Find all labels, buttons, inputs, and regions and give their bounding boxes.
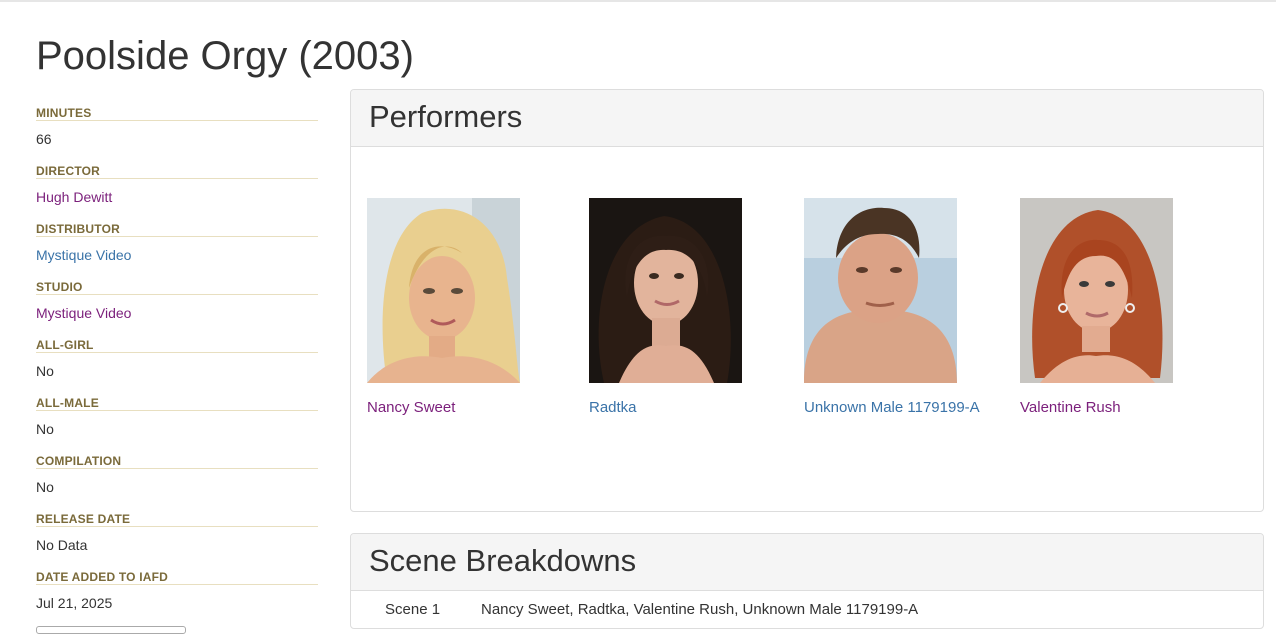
- movie-info-sidebar: MINUTES 66 DIRECTOR Hugh Dewitt DISTRIBU…: [36, 100, 318, 622]
- date-added-value: Jul 21, 2025: [36, 595, 113, 611]
- performers-panel: Performers Nancy Sweet Radtka Unknown Ma…: [350, 89, 1264, 512]
- performer-photo[interactable]: [804, 198, 957, 383]
- scene-label: Scene 1: [385, 601, 441, 618]
- scene-row: Scene 1 Nancy Sweet, Radtka, Valentine Ru…: [351, 591, 1263, 628]
- all-male-value: No: [36, 421, 54, 437]
- performer-card[interactable]: Unknown Male 1179199-A: [804, 198, 1004, 416]
- scene-cast: Nancy Sweet, Radtka, Valentine Rush, Unk…: [481, 601, 919, 618]
- compilation-value: No: [36, 479, 54, 495]
- distributor-link[interactable]: Mystique Video: [36, 237, 318, 274]
- studio-link[interactable]: Mystique Video: [36, 295, 318, 332]
- scene-breakdowns-heading: Scene Breakdowns: [351, 534, 1263, 591]
- release-date-value: No Data: [36, 537, 88, 553]
- scene-breakdowns-panel: Scene Breakdowns Scene 1 Nancy Sweet, Rad…: [350, 533, 1264, 629]
- top-border: [0, 0, 1276, 2]
- minutes-label: MINUTES: [36, 100, 318, 121]
- distributor-label: DISTRIBUTOR: [36, 216, 318, 237]
- performers-grid: Nancy Sweet Radtka Unknown Male 1179199-…: [351, 147, 1263, 507]
- performer-name-link[interactable]: Valentine Rush: [1020, 399, 1220, 416]
- performers-heading: Performers: [351, 90, 1263, 147]
- all-girl-value: No: [36, 363, 54, 379]
- all-male-label: ALL-MALE: [36, 390, 318, 411]
- date-added-label: DATE ADDED TO IAFD: [36, 564, 318, 585]
- all-girl-label: ALL-GIRL: [36, 332, 318, 353]
- director-label: DIRECTOR: [36, 158, 318, 179]
- release-date-label: RELEASE DATE: [36, 506, 318, 527]
- performer-card[interactable]: Valentine Rush: [1020, 198, 1220, 416]
- performer-photo[interactable]: [589, 198, 742, 383]
- director-link[interactable]: Hugh Dewitt: [36, 179, 318, 216]
- performer-name-link[interactable]: Unknown Male 1179199-A: [804, 399, 1004, 416]
- performer-name-link[interactable]: Radtka: [589, 399, 789, 416]
- page-title: Poolside Orgy (2003): [36, 34, 414, 78]
- performer-card[interactable]: Nancy Sweet: [367, 198, 567, 416]
- minutes-value: 66: [36, 131, 52, 147]
- performer-photo[interactable]: [1020, 198, 1173, 383]
- sidebar-cut-off-button[interactable]: [36, 626, 186, 634]
- studio-label: STUDIO: [36, 274, 318, 295]
- performer-card[interactable]: Radtka: [589, 198, 789, 416]
- performer-name-link[interactable]: Nancy Sweet: [367, 399, 567, 416]
- compilation-label: COMPILATION: [36, 448, 318, 469]
- performer-photo[interactable]: [367, 198, 520, 383]
